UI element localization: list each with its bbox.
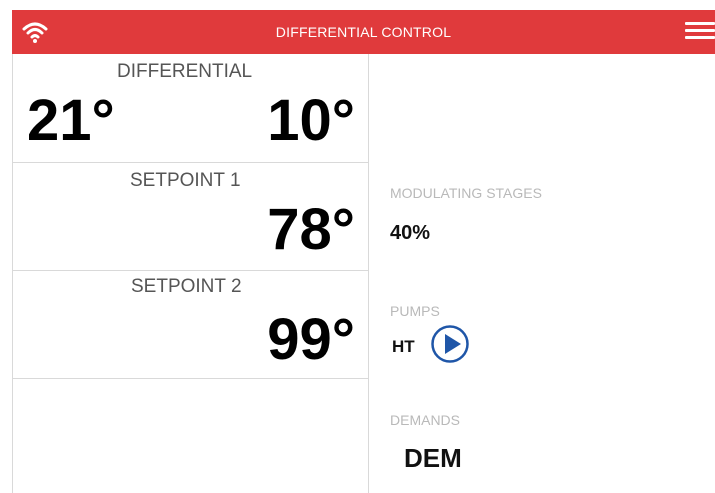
demands-value: DEM xyxy=(404,443,462,473)
differential-panel[interactable]: DIFFERENTIAL 21° 10° xyxy=(13,54,369,163)
modulating-stages-value: 40% xyxy=(390,222,431,244)
play-circle-icon[interactable] xyxy=(430,324,470,364)
modulating-stages-label: MODULATING STAGES xyxy=(390,185,542,201)
status-panel: MODULATING STAGES 40% PUMPS HT DEMANDS D… xyxy=(390,54,710,493)
hamburger-menu-icon[interactable] xyxy=(685,22,715,42)
pumps-label: PUMPS xyxy=(390,303,440,319)
setpoint2-label: SETPOINT 2 xyxy=(131,276,242,297)
readings-panel: DIFFERENTIAL 21° 10° SETPOINT 1 78° SETP… xyxy=(12,54,369,493)
setpoint1-label: SETPOINT 1 xyxy=(130,170,241,191)
app-frame: DIFFERENTIAL CONTROL DIFFERENTIAL 21° 10… xyxy=(12,10,715,493)
differential-value-a: 21° xyxy=(27,88,115,153)
setpoint1-panel[interactable]: SETPOINT 1 78° xyxy=(13,163,369,271)
setpoint2-value: 99° xyxy=(267,307,355,372)
page-title: DIFFERENTIAL CONTROL xyxy=(275,24,452,40)
differential-value-b: 10° xyxy=(267,88,355,153)
pump-name: HT xyxy=(392,337,415,356)
setpoint1-value: 78° xyxy=(267,197,355,262)
setpoint2-panel[interactable]: SETPOINT 2 99° xyxy=(13,271,369,379)
demands-label: DEMANDS xyxy=(390,412,461,428)
title-bar: DIFFERENTIAL CONTROL xyxy=(12,10,715,54)
differential-label: DIFFERENTIAL xyxy=(117,61,253,82)
